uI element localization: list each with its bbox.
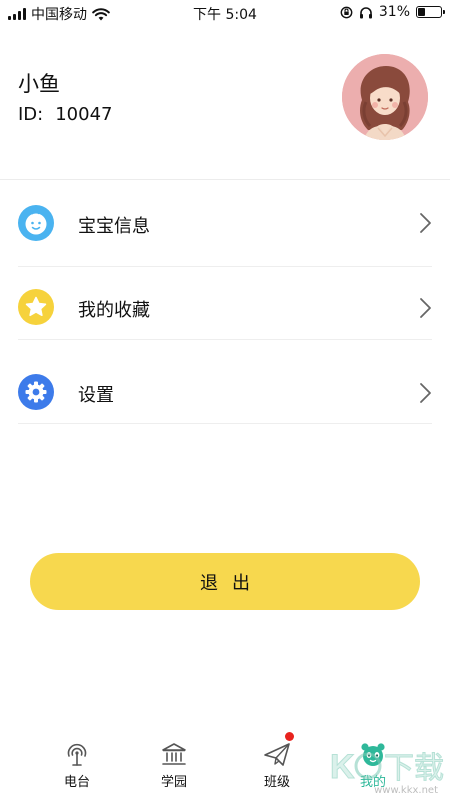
menu-divider — [18, 423, 432, 424]
tab-label-radio: 电台 — [63, 775, 90, 790]
status-bar: 中国移动 下午 5:04 31% — [0, 0, 450, 26]
watermark-logo: K 下载 — [330, 748, 445, 787]
menu-item-favorites[interactable]: 我的收藏 — [0, 267, 450, 353]
menu-divider — [18, 339, 432, 340]
menu-item-baby-info[interactable]: 宝宝信息 — [0, 180, 450, 266]
avatar[interactable] — [342, 54, 428, 140]
tab-label-class: 班级 — [263, 775, 290, 790]
menu-label-favorites: 我的收藏 — [78, 300, 150, 321]
school-icon — [162, 743, 186, 765]
gear-icon — [18, 374, 54, 410]
notification-badge — [285, 732, 294, 741]
status-right: 31% — [340, 4, 445, 20]
svg-text:下载: 下载 — [384, 751, 444, 786]
menu-item-settings[interactable]: 设置 — [0, 352, 450, 438]
svg-text:K: K — [330, 748, 355, 786]
tab-label-school: 学园 — [160, 775, 187, 790]
star-icon — [18, 289, 54, 325]
chevron-right-icon — [420, 383, 431, 403]
user-id-label: ID: — [18, 104, 44, 125]
watermark-url: www.kkx.net — [374, 785, 438, 796]
orientation-lock-icon — [340, 6, 353, 18]
user-id-row: ID: 10047 — [18, 104, 113, 125]
chevron-right-icon — [420, 213, 431, 233]
menu-label-baby-info: 宝宝信息 — [78, 216, 150, 237]
baby-face-icon — [18, 205, 54, 241]
profile-header: 小鱼 ID: 10047 — [0, 44, 450, 180]
tab-radio[interactable]: 电台 — [37, 736, 117, 800]
battery-icon — [416, 6, 445, 18]
paper-plane-icon — [264, 743, 290, 766]
battery-percent: 31% — [378, 4, 410, 20]
menu-label-settings: 设置 — [78, 385, 114, 406]
chevron-right-icon — [420, 298, 431, 318]
headphones-icon — [359, 6, 372, 18]
battery-level — [418, 8, 425, 16]
watermark: K 下载 www.kkx.net — [328, 742, 445, 797]
tab-school[interactable]: 学园 — [134, 736, 214, 800]
logout-button[interactable]: 退出 — [30, 553, 420, 610]
user-id-value: 10047 — [55, 104, 113, 125]
username: 小鱼 — [18, 72, 60, 96]
tab-class[interactable]: 班级 — [237, 732, 317, 800]
avatar-illustration — [342, 54, 428, 140]
radio-icon — [67, 743, 87, 766]
